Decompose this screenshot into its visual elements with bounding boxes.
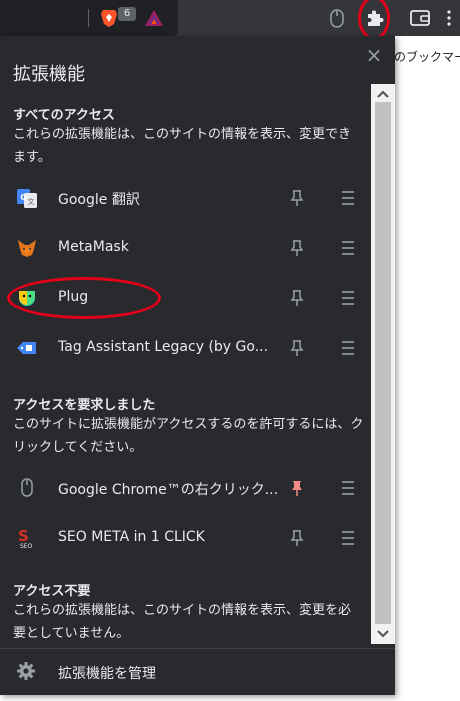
metamask-fox-icon [18,240,36,257]
more-actions-icon[interactable] [341,190,355,206]
scroll-down-arrow-icon[interactable] [376,629,390,639]
section-title-full-access: すべてのアクセス [13,108,115,123]
close-button[interactable]: × [362,44,386,68]
browser-toolbar: 6 [0,0,460,40]
section-desc-line: ます。 [13,150,51,165]
extension-name: Tag Assistant Legacy (by Go... [58,339,269,355]
more-actions-icon[interactable] [341,480,355,496]
more-actions-icon[interactable] [341,240,355,256]
extension-name: Google Chrome™の右クリック... [58,482,279,498]
extension-row-google-translate[interactable]: G 文 Google 翻訳 [0,178,371,218]
extension-row-metamask[interactable]: MetaMask [0,228,371,268]
scrollbar-thumb[interactable] [375,102,391,624]
pin-icon[interactable] [289,239,305,257]
bookmark-bar-text[interactable]: のブックマーク [394,48,460,65]
popup-title: 拡張機能 [13,64,85,85]
toolbar-separator [88,9,89,27]
extension-name: MetaMask [58,239,129,255]
svg-text:文: 文 [28,197,35,206]
pinned-icon[interactable] [289,479,305,497]
google-translate-icon: G 文 [17,189,37,208]
section-title-requested-access: アクセスを要求しました [13,398,156,413]
tag-assistant-icon [17,342,36,354]
mouse-icon [21,478,33,497]
plug-icon [19,291,35,306]
mouse-icon[interactable] [330,9,344,28]
section-desc-line: これらの拡張機能は、このサイトの情報を表示、変更でき [13,127,352,142]
seo-meta-icon: S SEO [18,527,33,549]
brave-shields-badge: 6 [118,7,136,21]
scrollbar[interactable] [371,84,395,644]
wallet-icon[interactable] [409,9,431,27]
more-actions-icon[interactable] [341,290,355,306]
brave-rewards-icon[interactable] [144,8,164,28]
pin-icon[interactable] [289,189,305,207]
section-desc-line: 要としていません。 [13,626,130,641]
manage-extensions-button[interactable]: 拡張機能を管理 [0,648,395,696]
extension-row-seo-meta[interactable]: S SEO SEO META in 1 CLICK [0,518,371,558]
pin-icon[interactable] [289,289,305,307]
extension-name: Plug [58,289,89,305]
extensions-popup: 拡張機能 × すべてのアクセス これらの拡張機能は、このサイトの情報を表示、変更… [0,36,395,695]
pin-icon[interactable] [289,529,305,547]
pin-icon[interactable] [289,339,305,357]
section-title-no-access: アクセス不要 [13,584,91,599]
scroll-up-arrow-icon[interactable] [376,89,390,99]
extension-name: SEO META in 1 CLICK [58,529,205,545]
section-desc-line: このサイトに拡張機能がアクセスするのを許可するには、ク [13,417,364,432]
brave-shields-icon[interactable] [99,8,119,28]
extension-row-chrome-right-click[interactable]: Google Chrome™の右クリック... [0,468,371,508]
extensions-button[interactable] [358,0,392,40]
svg-text:G: G [20,193,27,202]
extensions-list: すべてのアクセス これらの拡張機能は、このサイトの情報を表示、変更でき ます。 … [0,84,371,644]
puzzle-icon [368,10,384,26]
gear-icon [17,662,35,680]
manage-extensions-label: 拡張機能を管理 [58,666,156,682]
extension-name: Google 翻訳 [58,192,140,208]
browser-menu-icon[interactable] [446,9,452,27]
section-desc-line: リックしてください。 [13,440,143,455]
more-actions-icon[interactable] [341,340,355,356]
svg-text:SEO: SEO [20,543,33,549]
section-desc-line: これらの拡張機能は、このサイトの情報を表示、変更を必 [13,603,352,618]
extension-row-tag-assistant[interactable]: Tag Assistant Legacy (by Go... [0,328,371,368]
extension-row-plug[interactable]: Plug [0,278,371,318]
more-actions-icon[interactable] [341,530,355,546]
